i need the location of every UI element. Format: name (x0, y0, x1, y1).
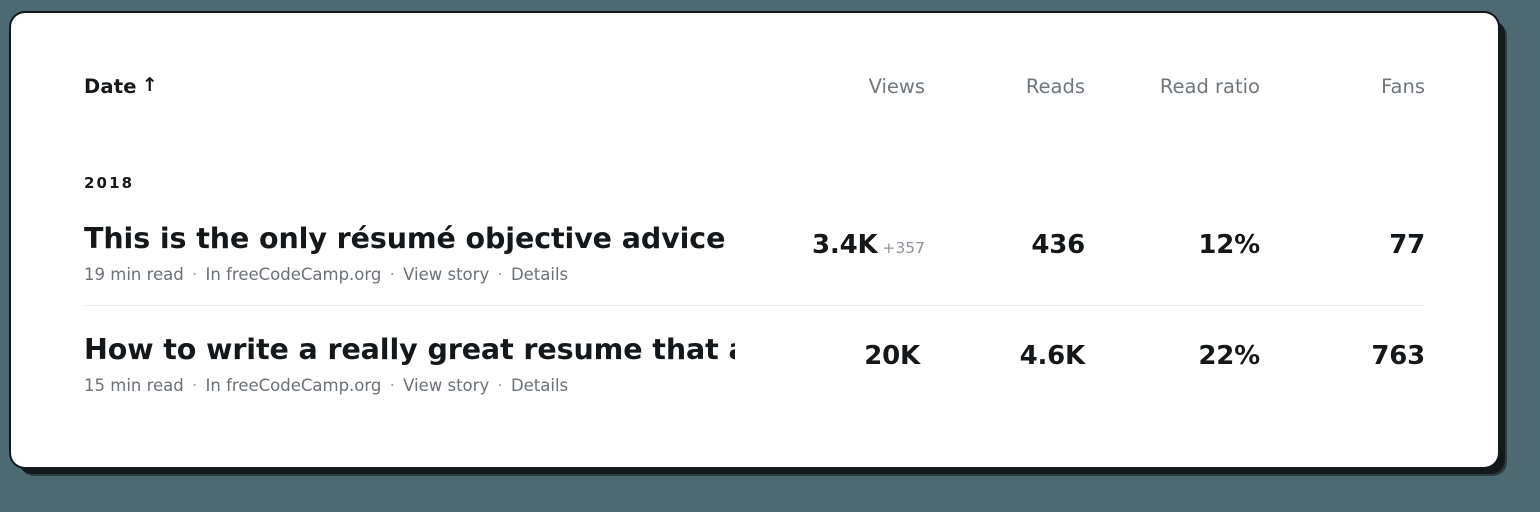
story-fans-value: 763 (1371, 341, 1425, 372)
meta-separator: · (497, 264, 503, 284)
view-story-link[interactable]: View story (403, 265, 489, 284)
story-read-time: 15 min read (84, 376, 184, 396)
story-publication: In freeCodeCamp.org (205, 376, 382, 396)
page-background: Date ↑ Views Reads Read ratio Fans 2018 … (0, 0, 1540, 512)
story-meta: 19 min read · In freeCodeCamp.org · View… (84, 265, 735, 285)
column-header-reads[interactable]: Reads (925, 75, 1085, 98)
story-fans-value: 77 (1389, 230, 1425, 260)
meta-separator: · (389, 264, 395, 284)
story-views-value: 20K (864, 341, 920, 372)
stats-card: Date ↑ Views Reads Read ratio Fans 2018 … (11, 13, 1498, 467)
table-row[interactable]: How to write a really great resume that … (84, 305, 1425, 416)
year-group-label: 2018 (84, 174, 135, 192)
story-title[interactable]: This is the only résumé objective advice… (84, 222, 735, 256)
date-sort-control[interactable]: Date ↑ (84, 75, 158, 98)
story-info: This is the only résumé objective advice… (84, 222, 735, 284)
story-views-value: 3.4K (812, 230, 878, 260)
meta-separator: · (497, 376, 503, 396)
stats-table: Date ↑ Views Reads Read ratio Fans 2018 … (84, 13, 1425, 467)
story-info: How to write a really great resume that … (84, 333, 735, 395)
story-read-ratio-value: 12% (1198, 230, 1260, 260)
story-meta: 15 min read · In freeCodeCamp.org · View… (84, 376, 735, 396)
story-views-delta: +357 (882, 239, 925, 257)
sort-ascending-arrow-icon: ↑ (141, 74, 158, 96)
details-link[interactable]: Details (511, 376, 568, 395)
table-row[interactable]: This is the only résumé objective advice… (84, 192, 1425, 305)
story-reads-value: 436 (1031, 230, 1085, 260)
column-header-fans[interactable]: Fans (1260, 75, 1425, 98)
details-link[interactable]: Details (511, 265, 568, 284)
story-title[interactable]: How to write a really great resume that … (84, 333, 735, 367)
column-header-date[interactable]: Date ↑ (84, 75, 735, 98)
column-header-views[interactable]: Views (735, 75, 925, 98)
story-publication: In freeCodeCamp.org (205, 264, 382, 284)
column-header-date-label: Date (84, 75, 137, 98)
view-story-link[interactable]: View story (403, 376, 489, 395)
meta-separator: · (389, 376, 395, 396)
story-reads-value: 4.6K (1019, 341, 1086, 372)
column-header-read-ratio[interactable]: Read ratio (1085, 75, 1260, 98)
table-header-row: Date ↑ Views Reads Read ratio Fans (84, 13, 1425, 98)
story-read-ratio-value: 22% (1198, 341, 1260, 372)
story-views-cell: 3.4K +357 (735, 222, 925, 260)
meta-separator: · (192, 376, 198, 396)
story-views-cell: 20K (735, 333, 925, 371)
meta-separator: · (192, 264, 198, 284)
story-read-time: 19 min read (84, 264, 184, 284)
